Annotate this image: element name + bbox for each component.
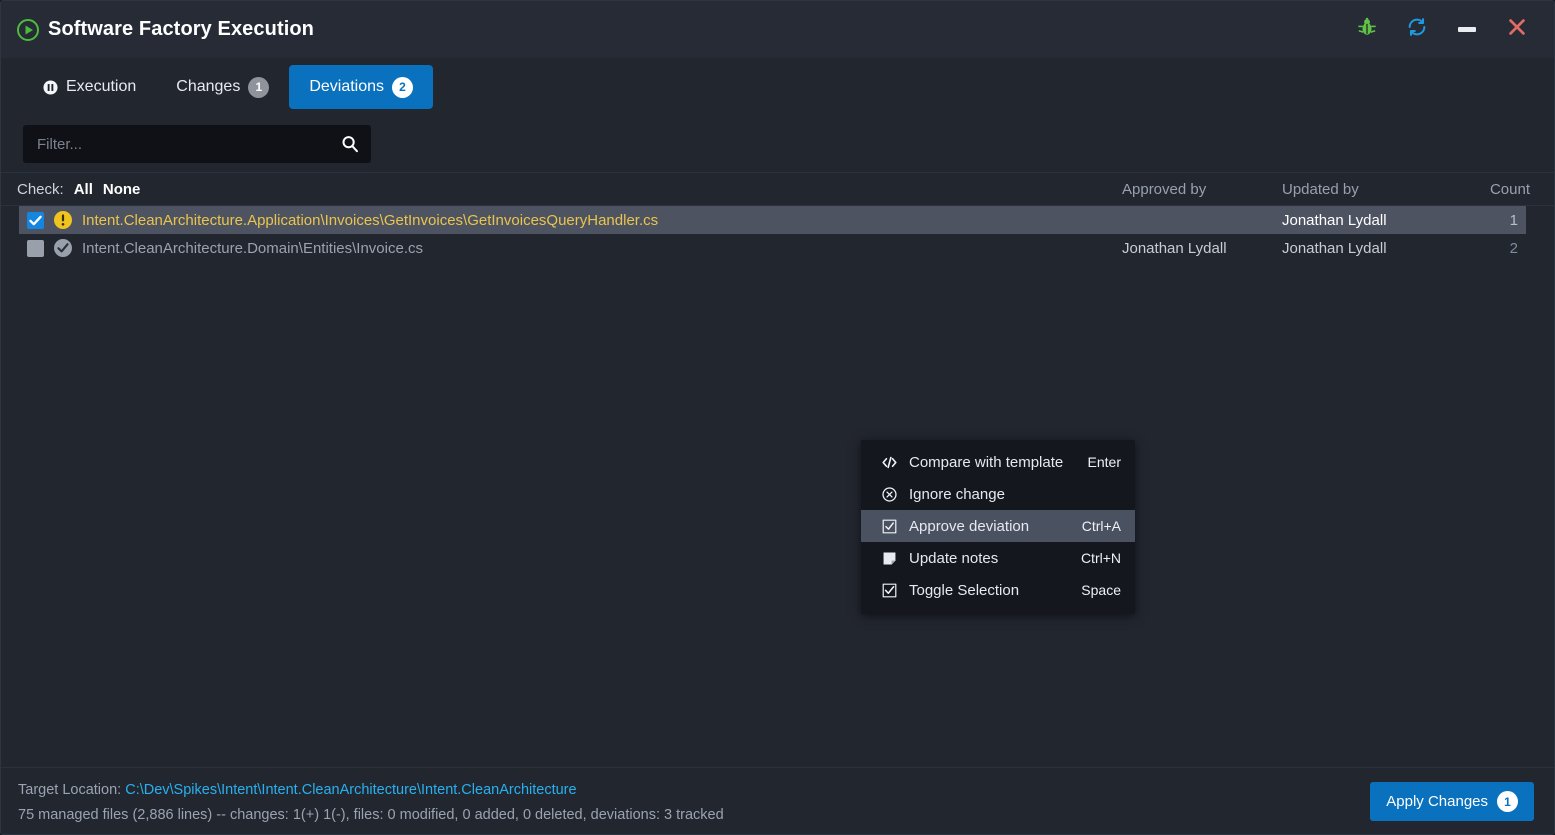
row-approved-by: Jonathan Lydall: [1122, 239, 1227, 257]
search-input[interactable]: [35, 134, 341, 154]
debug-button[interactable]: [1342, 8, 1392, 52]
tab-execution[interactable]: Execution: [23, 65, 156, 109]
minimize-button[interactable]: [1442, 8, 1492, 52]
warning-icon: [53, 210, 73, 230]
refresh-button[interactable]: [1392, 8, 1442, 52]
tab-changes-badge: 1: [248, 76, 270, 98]
window-title: Software Factory Execution: [48, 18, 314, 40]
menu-item-update-notes[interactable]: Update notes Ctrl+N: [861, 542, 1135, 574]
row-filename[interactable]: Intent.CleanArchitecture.Application\Inv…: [82, 212, 658, 229]
check-box-icon: [879, 582, 899, 599]
footer-bar: Target Location: C:\Dev\Spikes\Intent\In…: [1, 767, 1554, 834]
footer-info: Target Location: C:\Dev\Spikes\Intent\In…: [18, 778, 724, 828]
note-icon: [879, 550, 899, 567]
tab-changes-label: Changes: [176, 78, 241, 95]
menu-item-label: Toggle Selection: [909, 581, 1020, 599]
column-header-approved-by[interactable]: Approved by: [1122, 173, 1206, 206]
row-updated-by: Jonathan Lydall: [1282, 239, 1387, 257]
row-checkbox[interactable]: [27, 239, 44, 257]
summary-line: 75 managed files (2,886 lines) -- change…: [18, 807, 724, 823]
menu-item-shortcut: Enter: [1087, 454, 1121, 470]
table-row[interactable]: Intent.CleanArchitecture.Application\Inv…: [1, 206, 1554, 234]
column-header-updated-by[interactable]: Updated by: [1282, 173, 1359, 206]
menu-item-label: Compare with template: [909, 453, 1064, 471]
close-button[interactable]: [1492, 8, 1542, 52]
menu-item-shortcut: Ctrl+N: [1080, 550, 1121, 566]
context-menu: Compare with template Enter Ignore chang…: [861, 440, 1135, 614]
check-controls: Check: All None: [17, 173, 140, 206]
circle-x-icon: [879, 486, 899, 503]
filter-row: [1, 116, 1554, 172]
target-location-label: Target Location:: [18, 782, 122, 798]
filter-box[interactable]: [23, 125, 371, 163]
tab-deviations-badge: 2: [392, 76, 414, 98]
menu-item-shortcut: Ctrl+A: [1081, 518, 1121, 534]
check-all-link[interactable]: All: [74, 181, 93, 198]
row-count: 2: [1509, 239, 1518, 257]
menu-item-toggle-selection[interactable]: Toggle Selection Space: [861, 574, 1135, 606]
check-circle-icon: [53, 238, 73, 258]
bug-icon: [1356, 16, 1378, 43]
menu-item-label: Update notes: [909, 549, 999, 567]
column-header: Check: All None Approved by Updated by C…: [1, 172, 1554, 206]
search-icon[interactable]: [341, 135, 359, 153]
refresh-icon: [1406, 16, 1428, 43]
menu-item-approve-deviation[interactable]: Approve deviation Ctrl+A: [861, 510, 1135, 542]
checkbox-icon: [879, 518, 899, 535]
tab-changes[interactable]: Changes 1: [156, 65, 289, 109]
row-count: 1: [1509, 211, 1518, 229]
close-icon: [1506, 16, 1528, 43]
column-header-count[interactable]: Count: [1490, 173, 1530, 206]
menu-item-compare-with-template[interactable]: Compare with template Enter: [861, 446, 1135, 478]
menu-item-shortcut: Space: [1081, 582, 1121, 598]
menu-item-label: Ignore change: [909, 485, 1005, 503]
target-location-line: Target Location: C:\Dev\Spikes\Intent\In…: [18, 778, 724, 803]
tab-execution-label: Execution: [66, 78, 137, 95]
apply-changes-badge: 1: [1497, 791, 1518, 812]
deviations-list: Intent.CleanArchitecture.Application\Inv…: [1, 206, 1554, 738]
title-bar-left: Software Factory Execution: [17, 18, 314, 41]
row-updated-by: Jonathan Lydall: [1282, 211, 1387, 229]
target-location-path[interactable]: C:\Dev\Spikes\Intent\Intent.CleanArchite…: [125, 782, 576, 798]
apply-changes-button[interactable]: Apply Changes 1: [1370, 782, 1534, 821]
menu-item-ignore-change[interactable]: Ignore change: [861, 478, 1135, 510]
code-icon: [879, 454, 899, 471]
pause-circle-icon: [43, 79, 58, 95]
apply-changes-label: Apply Changes: [1386, 793, 1488, 810]
application-window: Software Factory Execution Execution Cha…: [0, 0, 1555, 835]
window-controls: [1342, 1, 1542, 58]
table-row[interactable]: Intent.CleanArchitecture.Domain\Entities…: [1, 234, 1554, 262]
title-bar: Software Factory Execution: [1, 1, 1554, 58]
row-filename[interactable]: Intent.CleanArchitecture.Domain\Entities…: [82, 240, 423, 257]
play-circle-icon: [17, 18, 39, 41]
tab-deviations-label: Deviations: [309, 78, 385, 95]
minimize-icon: [1458, 27, 1476, 32]
row-checkbox[interactable]: [27, 211, 44, 229]
check-label: Check:: [17, 181, 64, 198]
tab-deviations[interactable]: Deviations 2: [289, 65, 434, 109]
check-none-link[interactable]: None: [103, 181, 141, 198]
tab-bar: Execution Changes 1 Deviations 2: [1, 58, 1554, 116]
menu-item-label: Approve deviation: [909, 517, 1030, 535]
